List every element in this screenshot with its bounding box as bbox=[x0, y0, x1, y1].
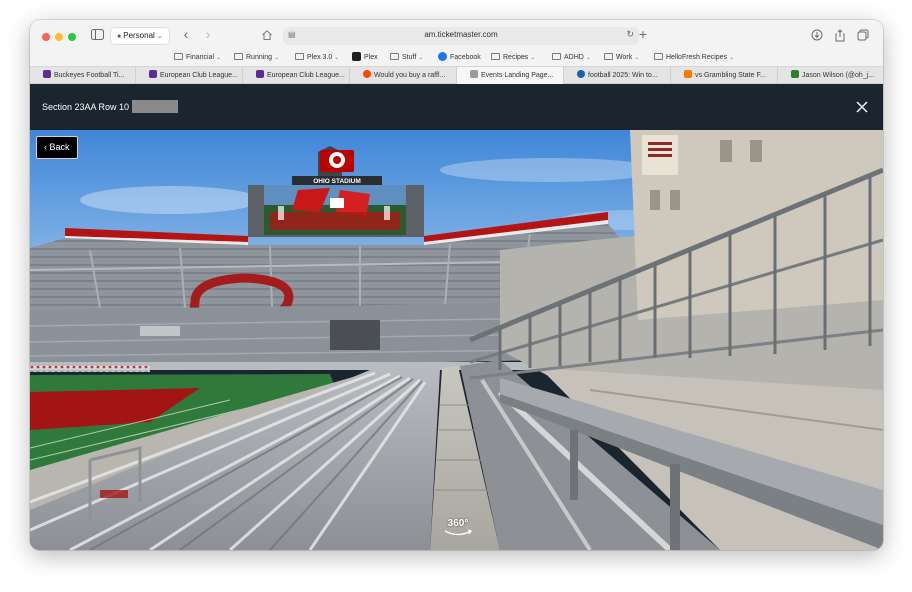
tunnel-entrance bbox=[330, 320, 380, 350]
tab-favicon-icon bbox=[43, 70, 51, 78]
reload-icon[interactable]: ↻ bbox=[626, 29, 634, 40]
browser-window: ● Personal ⌄ ‹ › ▤ am.ticketmaster.com ↻ +… bbox=[30, 20, 883, 550]
new-tab-icon[interactable]: + bbox=[636, 27, 650, 41]
chevron-down-icon: ⌄ bbox=[216, 55, 222, 61]
view-360-badge[interactable]: 360° bbox=[442, 518, 474, 537]
close-window-button[interactable] bbox=[42, 33, 50, 41]
chevron-left-icon: ‹ bbox=[44, 142, 47, 152]
redacted-seat-info bbox=[132, 100, 179, 113]
minimize-window-button[interactable] bbox=[55, 33, 63, 41]
facebook-icon bbox=[438, 52, 447, 61]
chevron-down-icon: ⌄ bbox=[274, 55, 280, 61]
tab-favicon-icon bbox=[577, 70, 585, 78]
chevron-down-icon: ⌄ bbox=[334, 55, 340, 61]
chevron-down-icon: ⌄ bbox=[729, 55, 735, 61]
chevron-down-icon: ⌄ bbox=[530, 55, 536, 61]
tab-favicon-icon bbox=[684, 70, 692, 78]
tab-european-club-league-2[interactable]: European Club League... bbox=[243, 67, 350, 84]
folder-icon bbox=[552, 53, 561, 60]
folder-icon bbox=[390, 53, 399, 60]
tab-buckeyes-football[interactable]: Buckeyes Football Ti... bbox=[30, 67, 136, 84]
tab-events-landing-page[interactable]: Events Landing Page... bbox=[457, 67, 564, 84]
url-text: am.ticketmaster.com bbox=[424, 30, 498, 39]
tab-favicon-icon bbox=[149, 70, 157, 78]
seat-360-viewer[interactable]: OHIO STADIUM ‹ Back 360° bbox=[30, 130, 883, 550]
close-seat-view-button[interactable] bbox=[855, 100, 869, 114]
person-icon: ● bbox=[117, 33, 122, 40]
chevron-down-icon: ⌄ bbox=[634, 55, 640, 61]
tab-raffle-reddit[interactable]: Would you buy a raffl... bbox=[350, 67, 457, 84]
forward-nav-icon[interactable]: › bbox=[201, 27, 215, 41]
bookmark-folder-recipes[interactable]: Recipes ⌄ bbox=[491, 52, 535, 64]
seat-view-header: Section 23AA Row 10 bbox=[30, 84, 883, 130]
chevron-down-icon: ⌄ bbox=[418, 55, 424, 61]
tab-football-2025[interactable]: football 2025: Win to... bbox=[564, 67, 671, 84]
view-360-label: 360° bbox=[447, 518, 469, 529]
folder-icon bbox=[234, 53, 243, 60]
folder-icon bbox=[491, 53, 500, 60]
bookmark-folder-adhd[interactable]: ADHD ⌄ bbox=[552, 52, 591, 64]
bookmark-folder-financial[interactable]: Financial ⌄ bbox=[174, 52, 221, 64]
bookmark-folder-work[interactable]: Work ⌄ bbox=[604, 52, 639, 64]
bookmark-folder-running[interactable]: Running ⌄ bbox=[234, 52, 279, 64]
back-button[interactable]: ‹ Back bbox=[36, 136, 78, 159]
scoreboard-label: OHIO STADIUM bbox=[313, 178, 361, 185]
plex-icon bbox=[352, 52, 361, 61]
seat-view-title: Section 23AA Row 10 bbox=[42, 100, 179, 113]
bookmark-folder-stuff[interactable]: Stuff ⌄ bbox=[390, 52, 423, 64]
folder-icon bbox=[174, 53, 183, 60]
folder-icon bbox=[295, 53, 304, 60]
sidebar-toggle-icon[interactable] bbox=[90, 29, 104, 43]
tab-grambling-state[interactable]: vs Grambling State F... bbox=[671, 67, 778, 84]
tab-favicon-icon bbox=[470, 70, 478, 78]
bookmarks-bar: Financial ⌄ Running ⌄ Plex 3.0 ⌄ Plex Stuff… bbox=[30, 50, 883, 66]
chevron-down-icon: ⌄ bbox=[156, 33, 163, 40]
back-button-label: Back bbox=[49, 142, 70, 152]
page-content: Section 23AA Row 10 OHIO STADIUM ‹ Back … bbox=[30, 84, 883, 550]
browser-toolbar: ● Personal ⌄ ‹ › ▤ am.ticketmaster.com ↻ + bbox=[30, 20, 883, 50]
tab-european-club-league-1[interactable]: European Club League... bbox=[136, 67, 243, 84]
address-bar[interactable]: ▤ am.ticketmaster.com ↻ bbox=[283, 27, 639, 45]
profile-label: Personal bbox=[123, 31, 155, 40]
downloads-icon[interactable] bbox=[810, 29, 824, 43]
bookmark-plex[interactable]: Plex bbox=[352, 52, 378, 64]
bookmark-facebook[interactable]: Facebook bbox=[438, 52, 481, 64]
rotate-360-icon bbox=[444, 529, 472, 536]
chevron-down-icon: ⌄ bbox=[585, 55, 591, 61]
close-icon bbox=[856, 101, 868, 113]
back-nav-icon[interactable]: ‹ bbox=[179, 27, 193, 41]
reddit-icon bbox=[363, 70, 371, 78]
profile-menu-button[interactable]: ● Personal ⌄ bbox=[110, 27, 170, 45]
bookmark-folder-plex-3[interactable]: Plex 3.0 ⌄ bbox=[295, 52, 339, 64]
folder-icon bbox=[654, 53, 663, 60]
tab-favicon-icon bbox=[256, 70, 264, 78]
maximize-window-button[interactable] bbox=[68, 33, 76, 41]
folder-icon bbox=[604, 53, 613, 60]
tab-bar: Buckeyes Football Ti... European Club Le… bbox=[30, 66, 883, 84]
tab-favicon-icon bbox=[791, 70, 799, 78]
tab-overview-icon[interactable] bbox=[856, 29, 870, 43]
home-icon[interactable] bbox=[260, 29, 274, 43]
share-icon[interactable] bbox=[833, 29, 847, 43]
bookmark-folder-hellofresh[interactable]: HelloFresh Recipes ⌄ bbox=[654, 52, 734, 64]
tab-jason-wilson[interactable]: Jason Wilson (@oh_j... bbox=[778, 67, 883, 84]
stadium-view-image: OHIO STADIUM bbox=[30, 130, 883, 550]
